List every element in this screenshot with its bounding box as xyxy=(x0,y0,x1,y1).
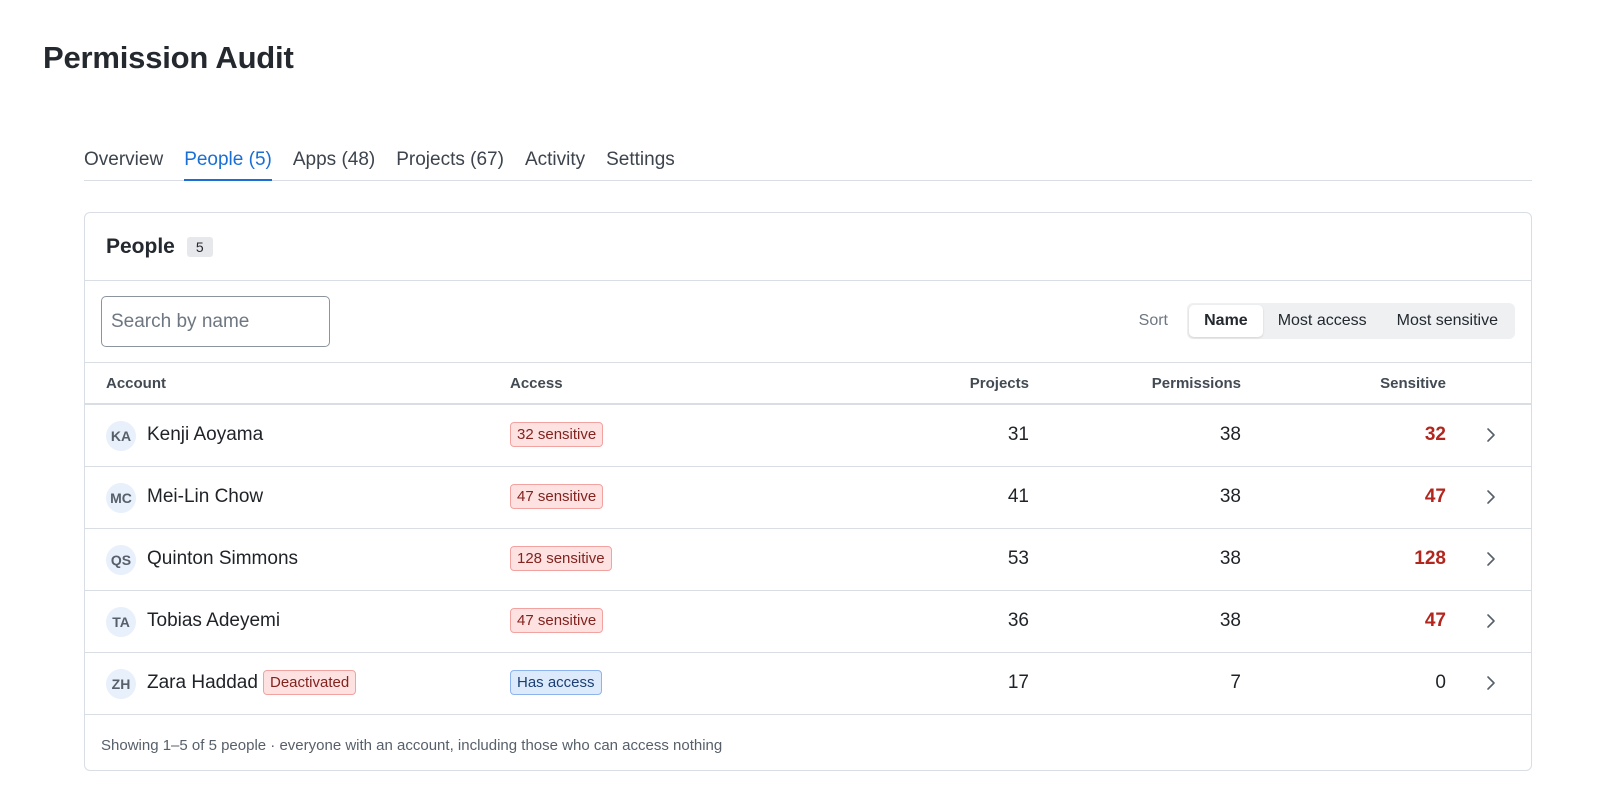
access-badge: 47 sensitive xyxy=(510,484,604,509)
table-row[interactable]: TA Tobias Adeyemi 47 sensitive 36 38 47 xyxy=(85,591,1531,653)
column-header-projects[interactable]: Projects xyxy=(970,375,1029,392)
permissions-count: 38 xyxy=(1219,610,1241,631)
permissions-count: 38 xyxy=(1219,548,1241,569)
account-name: Quinton Simmons xyxy=(147,548,299,569)
tab-bar: Overview People (5) Apps (48) Projects (… xyxy=(84,145,1532,181)
chevron-right-icon[interactable] xyxy=(1481,487,1501,507)
avatar: QS xyxy=(106,545,136,575)
sensitive-count: 0 xyxy=(1435,672,1446,693)
projects-count: 53 xyxy=(1007,548,1029,569)
sensitive-count: 128 xyxy=(1414,548,1446,569)
card-title: People xyxy=(106,234,175,258)
avatar: ZH xyxy=(106,669,136,699)
projects-count: 31 xyxy=(1007,424,1029,445)
permissions-count: 7 xyxy=(1230,672,1241,693)
tab-apps[interactable]: Apps (48) xyxy=(293,145,375,181)
chevron-right-icon[interactable] xyxy=(1481,425,1501,445)
avatar: MC xyxy=(106,483,136,513)
chevron-right-icon[interactable] xyxy=(1481,549,1501,569)
permissions-count: 38 xyxy=(1219,424,1241,445)
access-badge: 128 sensitive xyxy=(510,546,612,571)
people-card: People 5 Sort Name Most access Most sens… xyxy=(84,212,1532,771)
sort-option-name[interactable]: Name xyxy=(1189,305,1263,337)
column-header-permissions[interactable]: Permissions xyxy=(1152,375,1241,392)
chevron-right-icon[interactable] xyxy=(1481,611,1501,631)
table-toolbar: Sort Name Most access Most sensitive xyxy=(85,281,1531,363)
table-row[interactable]: MC Mei-Lin Chow 47 sensitive 41 38 47 xyxy=(85,467,1531,529)
access-badge: 32 sensitive xyxy=(510,422,604,447)
projects-count: 36 xyxy=(1007,610,1029,631)
sensitive-count: 32 xyxy=(1424,424,1446,445)
table-row[interactable]: QS Quinton Simmons 128 sensitive 53 38 1… xyxy=(85,529,1531,591)
account-name: Mei-Lin Chow xyxy=(147,486,264,507)
permissions-count: 38 xyxy=(1219,486,1241,507)
account-name: Zara Haddad xyxy=(147,672,258,693)
tab-people[interactable]: People (5) xyxy=(184,145,272,181)
access-badge: 47 sensitive xyxy=(510,608,604,633)
table-row[interactable]: KA Kenji Aoyama 32 sensitive 31 38 32 xyxy=(85,405,1531,467)
account-name: Tobias Adeyemi xyxy=(147,610,281,631)
projects-count: 41 xyxy=(1007,486,1029,507)
sort-segmented-control: Name Most access Most sensitive xyxy=(1187,303,1515,339)
sensitive-count: 47 xyxy=(1424,610,1446,631)
column-header-sensitive[interactable]: Sensitive xyxy=(1380,375,1446,392)
tab-projects[interactable]: Projects (67) xyxy=(396,145,504,181)
sensitive-count: 47 xyxy=(1424,486,1446,507)
avatar: KA xyxy=(106,421,136,451)
table-header: Account Access Projects Permissions Sens… xyxy=(85,363,1531,405)
table-row[interactable]: ZH Zara Haddad Deactivated Has access 17… xyxy=(85,653,1531,715)
column-header-access[interactable]: Access xyxy=(510,375,563,392)
sort-option-most-sensitive[interactable]: Most sensitive xyxy=(1382,305,1513,337)
access-badge: Has access xyxy=(510,670,602,695)
tab-settings[interactable]: Settings xyxy=(606,145,675,181)
chevron-right-icon[interactable] xyxy=(1481,673,1501,693)
sort-label: Sort xyxy=(1138,312,1168,329)
card-header: People 5 xyxy=(85,213,1531,281)
tab-activity[interactable]: Activity xyxy=(525,145,585,181)
table-footer-note: Showing 1–5 of 5 people · everyone with … xyxy=(101,737,723,754)
page-title: Permission Audit xyxy=(43,40,294,75)
tab-overview[interactable]: Overview xyxy=(84,145,163,181)
avatar: TA xyxy=(106,607,136,637)
account-name: Kenji Aoyama xyxy=(147,424,264,445)
projects-count: 17 xyxy=(1007,672,1029,693)
column-header-account[interactable]: Account xyxy=(106,375,166,392)
deactivated-badge: Deactivated xyxy=(263,670,357,695)
people-count-badge: 5 xyxy=(186,236,213,257)
sort-option-most-access[interactable]: Most access xyxy=(1263,305,1382,337)
search-input[interactable] xyxy=(101,296,330,347)
